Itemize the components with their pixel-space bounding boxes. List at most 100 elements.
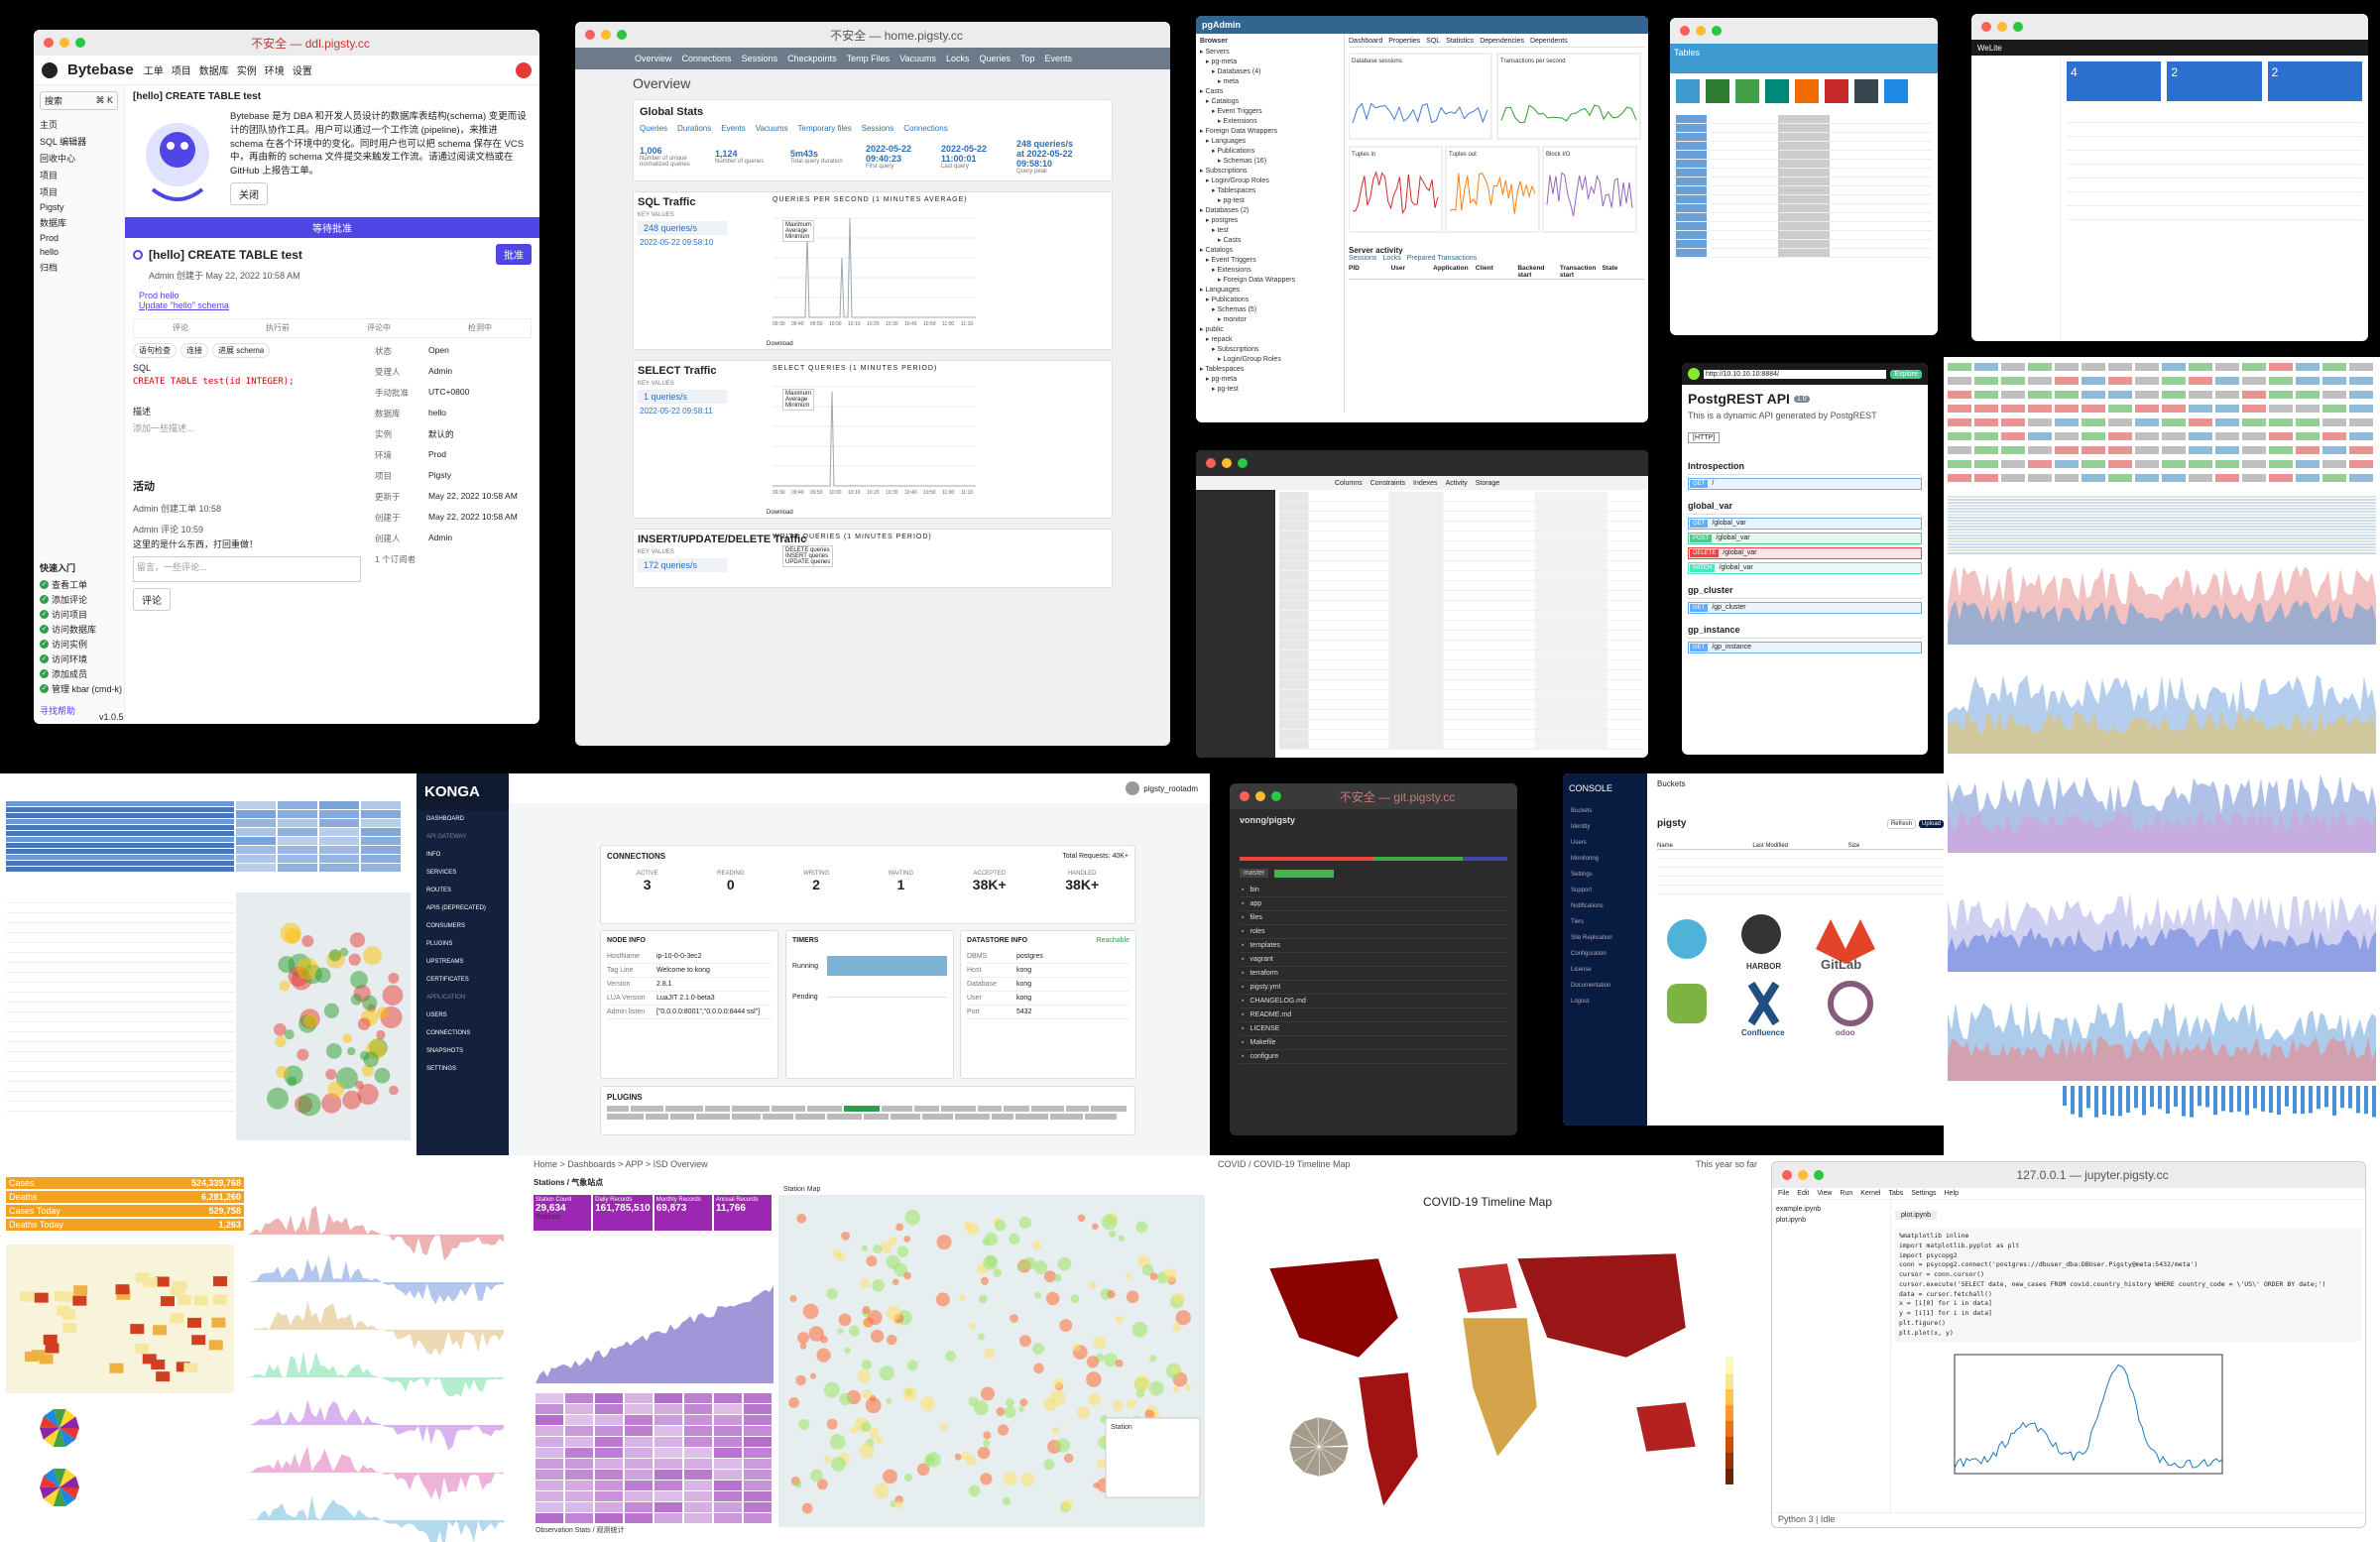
tree-node[interactable]: ▸ Tablespaces [1200, 365, 1340, 375]
file-item[interactable]: plot.ipynb [1776, 1215, 1886, 1226]
nav-item[interactable]: Checkpoints [787, 54, 837, 63]
operation[interactable]: PATCH/global_var [1688, 561, 1922, 574]
url-bar[interactable]: 127.0.0.1 — jupyter.pigsty.cc [1830, 1168, 2355, 1182]
pipeline-stage[interactable]: 评论中 [367, 322, 391, 333]
menu-item[interactable]: Run [1840, 1190, 1852, 1197]
operation[interactable]: GET/global_var [1688, 517, 1922, 530]
menu-item[interactable]: Documentation [1563, 978, 1647, 994]
menu-item[interactable]: DASHBOARD [416, 810, 509, 828]
menu-item[interactable]: License [1563, 962, 1647, 978]
menu-item[interactable]: APIS (DEPRECATED) [416, 899, 509, 917]
nav-item[interactable]: 环境 [265, 62, 285, 77]
file-row[interactable]: ▪ CHANGELOG.md [1240, 995, 1507, 1008]
tree-node[interactable]: ▸ Login/Group Roles [1200, 355, 1340, 365]
menu-item[interactable]: Logout [1563, 994, 1647, 1009]
plugin-chip[interactable] [978, 1106, 1002, 1112]
operation[interactable]: GET/gp_cluster [1688, 601, 1922, 614]
file-row[interactable]: ▪ bin [1240, 884, 1507, 897]
plugin-chip[interactable] [882, 1106, 913, 1112]
tree-node[interactable]: ▸ Languages [1200, 137, 1340, 147]
url-bar[interactable]: 不安全 — home.pigsty.cc [633, 27, 1160, 44]
avatar[interactable] [1126, 781, 1140, 795]
plugin-chip[interactable] [863, 1114, 890, 1120]
tab[interactable]: Storage [1476, 480, 1500, 487]
tag[interactable]: 进展 schema [212, 343, 271, 358]
quickstart-item[interactable]: ✓ 添加评论 [40, 592, 122, 607]
nav-item[interactable]: 数据库 [199, 62, 229, 77]
sidebar-item[interactable]: 项目 [40, 167, 118, 183]
tree-node[interactable]: ▸ Login/Group Roles [1200, 177, 1340, 186]
search-input[interactable]: 搜索 ⌘ K [40, 91, 118, 110]
operation[interactable]: GET/gp_instance [1688, 641, 1922, 653]
operation[interactable]: DELETE/global_var [1688, 546, 1922, 559]
description-input[interactable]: 添加一些描述... [133, 421, 361, 434]
notebook-tab[interactable]: plot.ipynb [1895, 1211, 1937, 1220]
nav-item[interactable]: Locks [946, 54, 970, 63]
app-icon[interactable] [1854, 79, 1878, 103]
file-row[interactable]: ▪ pigsty.yml [1240, 981, 1507, 995]
plugin-chip[interactable] [1050, 1114, 1083, 1120]
quickstart-item[interactable]: ✓ 访问数据库 [40, 622, 122, 637]
plugin-chip[interactable] [631, 1106, 664, 1112]
tree-node[interactable]: ▸ Schemas (5) [1200, 305, 1340, 315]
quickstart-item[interactable]: ✓ 添加成员 [40, 666, 122, 681]
tree-node[interactable]: ▸ Publications [1200, 147, 1340, 157]
tag[interactable]: 语句检查 [133, 343, 177, 358]
pipeline-stage[interactable]: 执行前 [266, 322, 290, 333]
plugin-chip[interactable] [955, 1114, 990, 1120]
quickstart-item[interactable]: ✓ 访问项目 [40, 607, 122, 622]
spec-url-input[interactable]: http://10.10.10.10:8884/ [1704, 369, 1887, 379]
nav-item[interactable]: Sessions [742, 54, 778, 63]
app-icon[interactable] [1765, 79, 1789, 103]
nav-item[interactable]: Temp Files [847, 54, 891, 63]
nav-item[interactable]: Top [1020, 54, 1035, 63]
plugin-chip[interactable] [806, 1106, 843, 1112]
plugin-chip[interactable] [941, 1106, 977, 1112]
file-row[interactable]: ▪ roles [1240, 925, 1507, 939]
sidebar-item[interactable]: SQL 编辑器 [40, 133, 118, 150]
tree-node[interactable]: ▸ Casts [1200, 87, 1340, 97]
code-cell[interactable]: %matplotlib inline import matplotlib.pypl… [1895, 1228, 2361, 1343]
tree-node[interactable]: ▸ Schemas (16) [1200, 157, 1340, 167]
menu-item[interactable]: Edit [1797, 1190, 1809, 1197]
sidebar-item[interactable]: 项目 [40, 183, 118, 200]
time-range-picker[interactable]: This year so far [1696, 1159, 1757, 1171]
nav-item[interactable]: Connections [682, 54, 732, 63]
plugin-chip[interactable] [914, 1106, 940, 1112]
tree-node[interactable]: ▸ pg-meta [1200, 375, 1340, 385]
menu-item[interactable]: PLUGINS [416, 935, 509, 953]
tree-node[interactable]: ▸ Subscriptions [1200, 345, 1340, 355]
menu-item[interactable]: APPLICATION [416, 989, 509, 1007]
file-row[interactable]: ▪ README.md [1240, 1008, 1507, 1022]
app-icon[interactable] [1706, 79, 1729, 103]
menu-item[interactable]: Help [1945, 1190, 1959, 1197]
plugin-chip[interactable] [991, 1114, 1014, 1120]
user-name[interactable]: pigsty_rootadm [1143, 784, 1198, 793]
file-row[interactable]: ▪ files [1240, 911, 1507, 925]
approve-button[interactable]: 批准 [496, 244, 532, 265]
object-row[interactable] [1657, 886, 1944, 894]
plugin-chip[interactable] [1090, 1106, 1127, 1112]
plugin-chip[interactable] [771, 1106, 805, 1112]
section-header[interactable]: gp_cluster [1688, 582, 1922, 599]
refresh-button[interactable]: Refresh [1886, 818, 1916, 829]
sidebar-item[interactable]: 数据库 [40, 214, 118, 231]
menu-item[interactable]: File [1778, 1190, 1789, 1197]
pipeline-stage[interactable]: 检测中 [468, 322, 492, 333]
tree-node[interactable]: ▸ repack [1200, 335, 1340, 345]
menu-item[interactable]: Monitoring [1563, 851, 1647, 867]
app-icon[interactable] [1676, 79, 1700, 103]
file-item[interactable]: example.ipynb [1776, 1204, 1886, 1215]
tab[interactable]: Dashboard [1349, 38, 1382, 45]
menu-item[interactable]: Configuration [1563, 946, 1647, 962]
scheme-select[interactable]: [HTTP] [1688, 431, 1721, 443]
menu-item[interactable]: CERTIFICATES [416, 971, 509, 989]
sidebar-item[interactable]: Prod [40, 231, 118, 245]
menu-item[interactable]: SETTINGS [416, 1060, 509, 1078]
plugin-chip[interactable] [795, 1114, 826, 1120]
tree-node[interactable]: ▸ Extensions [1200, 266, 1340, 276]
file-row[interactable]: ▪ app [1240, 897, 1507, 911]
menu-item[interactable]: View [1817, 1190, 1832, 1197]
upload-button[interactable]: Upload [1918, 819, 1944, 828]
operation[interactable]: GET / [1688, 477, 1922, 490]
